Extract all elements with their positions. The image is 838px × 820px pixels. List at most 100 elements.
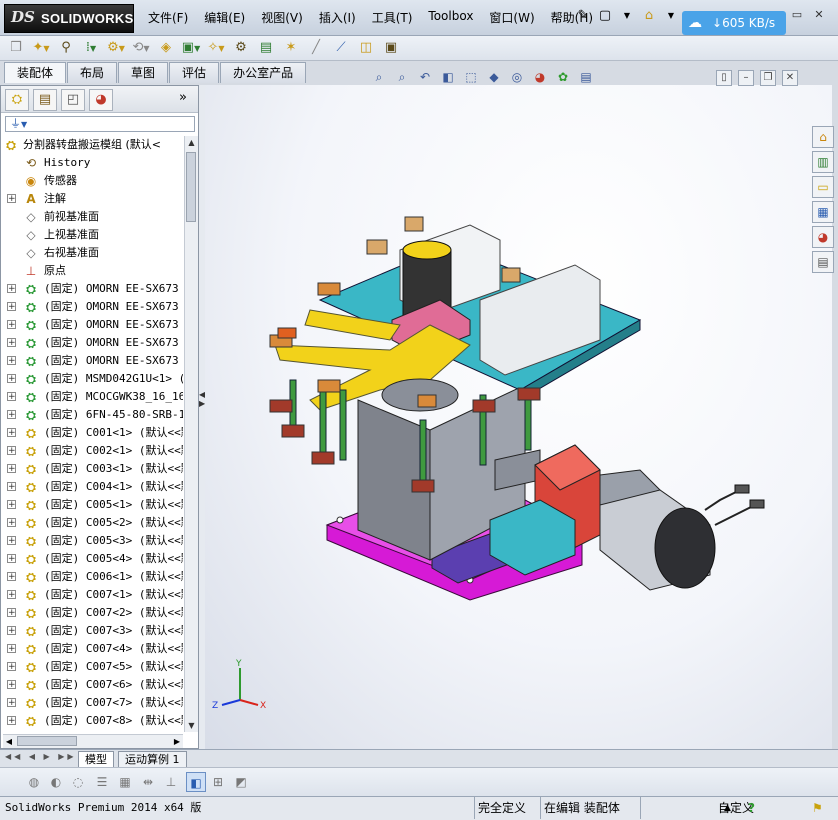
- solidworks-resources-icon[interactable]: ⌂: [812, 126, 834, 148]
- expand-icon[interactable]: +: [7, 338, 16, 348]
- expand-icon[interactable]: +: [7, 716, 16, 726]
- tab-evaluate[interactable]: 评估: [169, 62, 220, 83]
- tree-item[interactable]: + ⛭ (固定) OMORN EE-SX673: [1, 298, 183, 316]
- expand-icon[interactable]: +: [7, 698, 16, 708]
- tree-item[interactable]: + ⛭ (固定) C007<5> (默认<<默: [1, 658, 183, 676]
- zoom-to-fit-icon[interactable]: ⌕: [370, 68, 388, 86]
- pin-icon[interactable]: ✎: [574, 7, 592, 25]
- expand-icon[interactable]: +: [7, 356, 16, 366]
- tab-sketch[interactable]: 草图: [118, 62, 169, 83]
- new-part-icon[interactable]: ✦▼: [31, 38, 51, 58]
- tree-item[interactable]: + ⛭ (固定) C006<1> (默认<<默: [1, 568, 183, 586]
- mate-icon[interactable]: ⚲: [56, 38, 76, 58]
- expand-icon[interactable]: +: [7, 392, 16, 402]
- tree-item[interactable]: + ⛭ (固定) C007<8> (默认<<默: [1, 712, 183, 730]
- tree-item[interactable]: ◇ 上视基准面: [1, 226, 183, 244]
- shaded-view-active-icon[interactable]: ◧: [186, 772, 206, 792]
- tree-item[interactable]: + ⛭ (固定) MSMD042G1U<1> (默: [1, 370, 183, 388]
- tree-item[interactable]: + ⛭ (固定) C003<1> (默认<<默: [1, 460, 183, 478]
- expand-icon[interactable]: +: [7, 644, 16, 654]
- tree-item[interactable]: + ⛭ (固定) OMORN EE-SX673: [1, 280, 183, 298]
- edit-appearance-icon[interactable]: ◕: [531, 68, 549, 86]
- take-snapshot-icon[interactable]: ▣: [381, 38, 401, 58]
- expand-icon[interactable]: +: [7, 446, 16, 456]
- tree-horizontal-scrollbar[interactable]: ◀ ▶: [3, 734, 183, 748]
- menu-edit[interactable]: 编辑(E): [204, 9, 245, 29]
- tree-item[interactable]: + ⛭ (固定) C002<1> (默认<<默: [1, 442, 183, 460]
- menu-insert[interactable]: 插入(I): [319, 9, 356, 29]
- linear-pattern-icon[interactable]: ⁞▼: [81, 38, 101, 58]
- tree-item[interactable]: + ⛭ (固定) OMORN EE-SX673: [1, 352, 183, 370]
- tree-root[interactable]: ⛭ 分割器转盘搬运模组 (默认<: [1, 136, 183, 154]
- expand-icon[interactable]: +: [7, 284, 16, 294]
- tree-filter[interactable]: ⏚▼: [5, 116, 195, 132]
- tree-item[interactable]: + ⛭ (固定) C005<1> (默认<<默: [1, 496, 183, 514]
- view-settings-icon[interactable]: ▤: [577, 68, 595, 86]
- align-icon[interactable]: ⇹: [138, 772, 158, 792]
- tab-layout[interactable]: 布局: [67, 62, 118, 83]
- dropdown-arrow-icon[interactable]: ▼: [662, 7, 680, 25]
- menu-view[interactable]: 视图(V): [261, 9, 303, 29]
- dropdown-arrow-icon[interactable]: ▼: [618, 7, 636, 25]
- expand-icon[interactable]: +: [7, 608, 16, 618]
- download-speed-badge[interactable]: ☁ ↓605 KB/s: [682, 11, 786, 35]
- appearances-scenes-icon[interactable]: ◕: [812, 226, 834, 248]
- menu-window[interactable]: 窗口(W): [489, 9, 534, 29]
- help-icon[interactable]: ?: [748, 797, 755, 819]
- insert-component-icon[interactable]: ❒: [6, 38, 26, 58]
- design-library-icon[interactable]: ▥: [812, 151, 834, 173]
- previous-view-icon[interactable]: ↶: [416, 68, 434, 86]
- assembly-model[interactable]: Y X Z: [205, 85, 832, 749]
- menu-tools[interactable]: 工具(T): [372, 9, 413, 29]
- tree-item[interactable]: + ⛭ (固定) C005<4> (默认<<默: [1, 550, 183, 568]
- tree-item[interactable]: + ⛭ (固定) C005<3> (默认<<默: [1, 532, 183, 550]
- tree-item[interactable]: + ⛭ (固定) C007<7> (默认<<默: [1, 694, 183, 712]
- tree-item[interactable]: + ⛭ (固定) OMORN EE-SX673: [1, 334, 183, 352]
- expand-icon[interactable]: +: [7, 482, 16, 492]
- viewport-close-icon[interactable]: ✕: [782, 70, 798, 86]
- show-hidden-icon[interactable]: ◈: [156, 38, 176, 58]
- viewport-restore-icon[interactable]: ❐: [760, 70, 776, 86]
- display-manager-tab-icon[interactable]: ◕: [89, 89, 113, 111]
- expand-icon[interactable]: +: [7, 572, 16, 582]
- viewport-minimize-icon[interactable]: –: [738, 70, 754, 86]
- more-tabs-icon[interactable]: »: [179, 90, 187, 105]
- exploded-view-icon[interactable]: ✶: [281, 38, 301, 58]
- view-palette-icon[interactable]: ▦: [812, 201, 834, 223]
- hidden-lines-icon[interactable]: ◌: [68, 772, 88, 792]
- render-tools-icon[interactable]: ◩: [231, 772, 251, 792]
- custom-properties-icon[interactable]: ▤: [812, 251, 834, 273]
- solidworks-logo[interactable]: DS SOLIDWORKS: [4, 4, 134, 33]
- reference-geometry-icon[interactable]: ✧▼: [206, 38, 226, 58]
- status-units[interactable]: 自定义: [640, 797, 762, 819]
- property-manager-tab-icon[interactable]: ▤: [33, 89, 57, 111]
- tree-item[interactable]: + A 注解: [1, 190, 183, 208]
- tree-item[interactable]: ⟲ History: [1, 154, 183, 172]
- expand-icon[interactable]: +: [7, 680, 16, 690]
- expand-icon[interactable]: +: [7, 536, 16, 546]
- scroll-down-icon[interactable]: ▼: [185, 719, 198, 732]
- tree-item[interactable]: + ⛭ (固定) C001<1> (默认<<默: [1, 424, 183, 442]
- scroll-right-icon[interactable]: ▶: [171, 735, 183, 748]
- tree-item[interactable]: ◉ 传感器: [1, 172, 183, 190]
- expand-icon[interactable]: +: [7, 410, 16, 420]
- tree-item[interactable]: + ⛭ (固定) OMORN EE-SX673: [1, 316, 183, 334]
- instant-3d-icon[interactable]: ⟋: [331, 38, 351, 58]
- table-view-icon[interactable]: ▦: [115, 772, 135, 792]
- view-orientation-icon[interactable]: ⬚: [462, 68, 480, 86]
- tree-item[interactable]: + ⛭ (固定) C007<3> (默认<<默: [1, 622, 183, 640]
- expand-icon[interactable]: +: [7, 464, 16, 474]
- expand-icon[interactable]: +: [7, 500, 16, 510]
- expand-icon[interactable]: +: [7, 626, 16, 636]
- display-style-icon[interactable]: ◆: [485, 68, 503, 86]
- menu-file[interactable]: 文件(F): [148, 9, 188, 29]
- expand-icon[interactable]: +: [7, 590, 16, 600]
- tree-item[interactable]: ◇ 右视基准面: [1, 244, 183, 262]
- scroll-up-icon[interactable]: ▲: [185, 136, 198, 149]
- viewport-tile-icon[interactable]: ▯: [716, 70, 732, 86]
- bill-of-materials-icon[interactable]: ▤: [256, 38, 276, 58]
- tree-item[interactable]: + ⛭ (固定) C007<2> (默认<<默: [1, 604, 183, 622]
- tab-navigation-arrows-icon[interactable]: ◀◀ ◀ ▶ ▶▶: [5, 752, 77, 761]
- section-view-icon[interactable]: ◧: [439, 68, 457, 86]
- tree-item[interactable]: + ⛭ (固定) MCOCGWK38_16_16_: [1, 388, 183, 406]
